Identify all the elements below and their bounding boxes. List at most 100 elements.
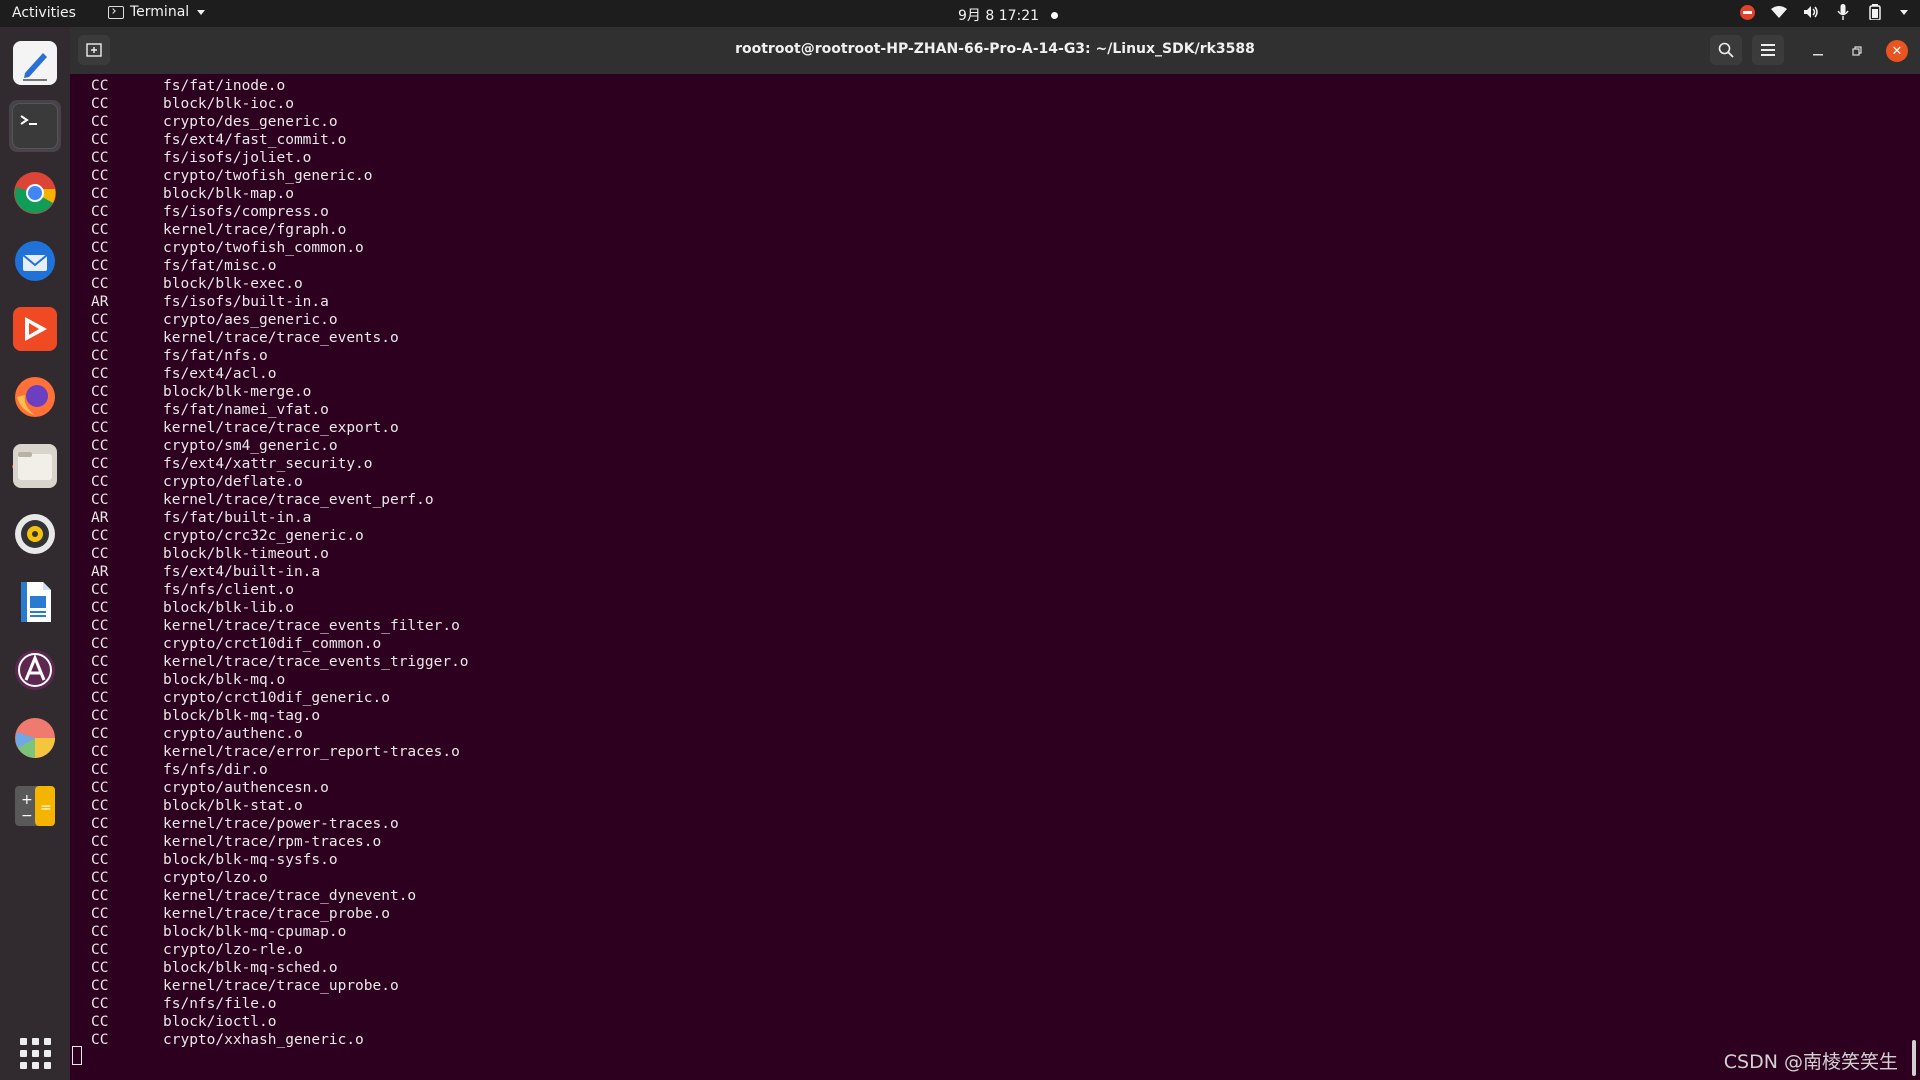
- search-button[interactable]: [1710, 35, 1742, 65]
- build-step-tag: CC: [91, 672, 109, 688]
- build-step-tag: CC: [91, 114, 109, 130]
- build-output-path: fs/fat/nfs.o: [163, 348, 268, 364]
- terminal-line: CC block/ioctl.o: [91, 1014, 277, 1032]
- terminal-line: CC kernel/trace/trace_uprobe.o: [91, 978, 399, 996]
- build-step-tag: CC: [91, 870, 109, 886]
- build-step-tag: CC: [91, 708, 109, 724]
- terminal-line: CC crypto/authencesn.o: [91, 780, 329, 798]
- chrome-icon: [13, 171, 57, 215]
- system-menu-chevron-icon[interactable]: [1900, 9, 1908, 15]
- terminal-line: CC block/blk-lib.o: [91, 600, 294, 618]
- close-button[interactable]: ✕: [1886, 40, 1908, 62]
- build-output-path: fs/isofs/compress.o: [163, 204, 329, 220]
- dock-thunderbird[interactable]: [9, 235, 61, 287]
- build-output-path: block/blk-mq-tag.o: [163, 708, 321, 724]
- dock-software-center[interactable]: [9, 644, 61, 696]
- build-step-tag: CC: [91, 402, 109, 418]
- build-output-path: kernel/trace/trace_dynevent.o: [163, 888, 417, 904]
- watermark: CSDN @南棱笑笑生: [1723, 1051, 1898, 1073]
- dock-libreoffice-writer[interactable]: [9, 576, 61, 628]
- hamburger-menu-button[interactable]: [1752, 35, 1784, 65]
- build-step-tag: CC: [91, 384, 109, 400]
- terminal-line: CC kernel/trace/fgraph.o: [91, 222, 346, 240]
- wifi-icon[interactable]: [1770, 3, 1788, 21]
- build-output-path: kernel/trace/trace_uprobe.o: [163, 978, 399, 994]
- build-output-path: kernel/trace/power-traces.o: [163, 816, 399, 832]
- build-output-path: crypto/twofish_generic.o: [163, 168, 373, 184]
- build-output-path: crypto/sm4_generic.o: [163, 438, 338, 454]
- calculator-icon: + − =: [13, 784, 57, 828]
- dock-chrome[interactable]: [9, 167, 61, 219]
- terminal-line: CC crypto/xxhash_generic.o: [91, 1032, 364, 1050]
- build-output-path: crypto/xxhash_generic.o: [163, 1032, 364, 1048]
- build-step-tag: CC: [91, 330, 109, 346]
- build-output-path: fs/ext4/built-in.a: [163, 564, 321, 580]
- build-step-tag: CC: [91, 186, 109, 202]
- terminal-line: CC kernel/trace/trace_events.o: [91, 330, 399, 348]
- build-step-tag: CC: [91, 996, 109, 1012]
- minimize-icon: [1813, 54, 1823, 56]
- dock-files[interactable]: [9, 440, 61, 492]
- dock-firefox[interactable]: [9, 371, 61, 423]
- build-step-tag: CC: [91, 528, 109, 544]
- build-step-tag: CC: [91, 978, 109, 994]
- restore-button[interactable]: [1846, 40, 1868, 62]
- chevron-down-icon: [197, 9, 206, 15]
- dock-color-app[interactable]: [9, 712, 61, 764]
- build-output-path: block/blk-lib.o: [163, 600, 294, 616]
- terminal-line: CC fs/ext4/acl.o: [91, 366, 277, 384]
- terminal-line: CC fs/nfs/dir.o: [91, 762, 268, 780]
- terminal-line: CC crypto/lzo.o: [91, 870, 268, 888]
- build-output-path: block/blk-stat.o: [163, 798, 303, 814]
- dock-calculator[interactable]: + − =: [9, 780, 61, 832]
- terminal-output[interactable]: CSDN @南棱笑笑生 CC fs/fat/inode.o CC block/blk-…: [70, 74, 1920, 1080]
- terminal-line: CC crypto/aes_generic.o: [91, 312, 338, 330]
- build-output-path: crypto/des_generic.o: [163, 114, 338, 130]
- terminal-line: CC block/blk-stat.o: [91, 798, 303, 816]
- build-step-tag: CC: [91, 636, 109, 652]
- build-step-tag: CC: [91, 258, 109, 274]
- build-step-tag: CC: [91, 312, 109, 328]
- activities-button[interactable]: Activities: [12, 5, 76, 21]
- build-step-tag: CC: [91, 798, 109, 814]
- dock-video-app[interactable]: [9, 303, 61, 355]
- scrollbar[interactable]: [1912, 1040, 1916, 1076]
- clock[interactable]: 9月 8 17:21: [958, 5, 1059, 25]
- restore-icon: [1852, 46, 1862, 56]
- build-step-tag: CC: [91, 276, 109, 292]
- app-menu[interactable]: Terminal: [108, 4, 206, 20]
- system-tray[interactable]: [1738, 3, 1908, 21]
- terminal-line: CC crypto/crct10dif_generic.o: [91, 690, 390, 708]
- terminal-line: AR fs/fat/built-in.a: [91, 510, 311, 528]
- dock-text-editor[interactable]: [9, 37, 61, 89]
- terminal-line: CC crypto/crct10dif_common.o: [91, 636, 381, 654]
- terminal-line: CC block/blk-merge.o: [91, 384, 311, 402]
- dock-rhythmbox[interactable]: [9, 508, 61, 560]
- build-step-tag: CC: [91, 1014, 109, 1030]
- build-step-tag: CC: [91, 762, 109, 778]
- battery-icon[interactable]: [1866, 3, 1884, 21]
- microphone-icon[interactable]: [1834, 3, 1852, 21]
- terminal-line: CC crypto/sm4_generic.o: [91, 438, 338, 456]
- build-output-path: crypto/crct10dif_generic.o: [163, 690, 390, 706]
- build-output-path: block/blk-mq-sched.o: [163, 960, 338, 976]
- terminal-line: CC kernel/trace/rpm-traces.o: [91, 834, 381, 852]
- build-output-path: fs/isofs/joliet.o: [163, 150, 312, 166]
- terminal-line: CC kernel/trace/trace_events_filter.o: [91, 618, 460, 636]
- do-not-disturb-icon[interactable]: [1738, 3, 1756, 21]
- show-applications-button[interactable]: [9, 1027, 61, 1079]
- top-bar: Activities Terminal 9月 8 17:21: [0, 0, 1920, 27]
- color-app-icon: [13, 716, 57, 760]
- app-grid-icon: [19, 1037, 51, 1069]
- terminal-line: CC crypto/twofish_generic.o: [91, 168, 373, 186]
- build-step-tag: AR: [91, 510, 109, 526]
- svg-text:−: −: [21, 808, 33, 824]
- dock: + − =: [0, 27, 70, 1080]
- window-title: rootroot@rootroot-HP-ZHAN-66-Pro-A-14-G3…: [735, 41, 1255, 57]
- build-step-tag: CC: [91, 960, 109, 976]
- build-step-tag: CC: [91, 474, 109, 490]
- minimize-button[interactable]: [1807, 40, 1829, 62]
- dock-terminal[interactable]: [9, 100, 61, 152]
- build-output-path: fs/ext4/acl.o: [163, 366, 277, 382]
- volume-icon[interactable]: [1802, 3, 1820, 21]
